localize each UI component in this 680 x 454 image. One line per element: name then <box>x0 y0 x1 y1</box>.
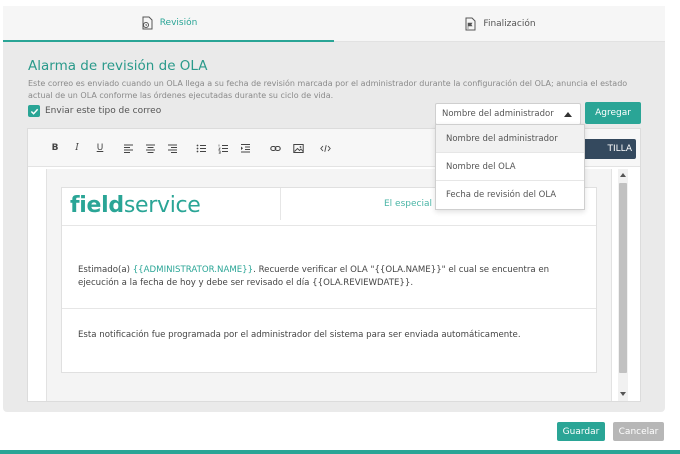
send-email-checkbox-row[interactable]: Enviar este tipo de correo <box>28 105 161 117</box>
check-icon <box>30 108 38 115</box>
bold-button[interactable]: B <box>48 141 62 155</box>
tab-finalizacion[interactable]: Finalización <box>334 6 665 42</box>
editor-scrollbar[interactable] <box>618 169 628 401</box>
logo-text-field: field <box>70 193 124 218</box>
email-footer-text: Esta notificación fue programada por el … <box>78 330 521 340</box>
numbered-list-icon <box>217 144 228 154</box>
email-template: fieldservice El especialo Estimado(a) {{… <box>61 187 597 373</box>
code-icon <box>319 144 331 152</box>
section-description: Este correo es enviado cuando un OLA lle… <box>28 79 628 100</box>
scrollbar-thumb[interactable] <box>619 183 627 373</box>
tab-revision[interactable]: Revisión <box>3 6 334 42</box>
align-right-icon <box>167 144 177 153</box>
logo-text-service: service <box>123 193 201 218</box>
body-divider <box>62 308 596 309</box>
send-email-label: Enviar este tipo de correo <box>45 106 162 116</box>
align-center-icon <box>145 144 155 153</box>
dropdown-option-admin-name[interactable]: Nombre del administrador <box>436 125 584 153</box>
add-variable-button[interactable]: Agregar <box>585 102 641 124</box>
fieldservice-logo: fieldservice <box>70 193 201 218</box>
send-email-checkbox[interactable] <box>28 105 40 117</box>
align-left-icon <box>123 144 133 153</box>
scroll-down-arrow-icon[interactable] <box>620 392 626 396</box>
align-center-button[interactable] <box>143 141 157 155</box>
slogan-text: El especial <box>384 199 432 209</box>
underline-button[interactable]: U <box>93 141 107 155</box>
caret-up-icon <box>564 112 572 117</box>
tab-bar: Revisión Finalización <box>3 6 665 42</box>
bullet-list-icon <box>196 144 206 152</box>
tab-label: Revisión <box>159 18 198 28</box>
code-view-button[interactable] <box>318 141 332 155</box>
template-button[interactable]: TILLA <box>580 139 636 159</box>
indent-button[interactable] <box>238 141 252 155</box>
email-body-text: Estimado(a) {{ADMINISTRATOR.NAME}}. Recu… <box>78 264 558 290</box>
admin-name-tag: {{ADMINISTRATOR.NAME}} <box>132 265 254 275</box>
variable-dropdown-list: Nombre del administrador Nombre del OLA … <box>435 124 585 210</box>
align-left-button[interactable] <box>121 141 135 155</box>
section-title: Alarma de revisión de OLA <box>28 58 208 74</box>
indent-icon <box>240 143 250 152</box>
numbered-list-button[interactable] <box>216 141 230 155</box>
image-icon <box>292 143 304 153</box>
italic-button[interactable]: I <box>70 141 84 155</box>
link-icon <box>269 145 281 151</box>
bullet-list-button[interactable] <box>194 141 208 155</box>
insert-link-button[interactable] <box>268 141 282 155</box>
body-text-start: Estimado(a) <box>78 265 133 275</box>
bottom-accent-bar <box>0 450 680 454</box>
document-flag-icon <box>465 17 476 31</box>
variable-select[interactable]: Nombre del administrador <box>435 103 581 125</box>
tab-label: Finalización <box>483 19 536 29</box>
dropdown-option-ola-review-date[interactable]: Fecha de revisión del OLA <box>436 181 584 209</box>
cancel-button[interactable]: Cancelar <box>613 422 664 441</box>
dropdown-option-ola-name[interactable]: Nombre del OLA <box>436 153 584 181</box>
header-divider <box>280 188 281 220</box>
insert-image-button[interactable] <box>291 141 305 155</box>
variable-select-value: Nombre del administrador <box>442 109 554 119</box>
main-panel: Alarma de revisión de OLA Este correo es… <box>3 42 665 412</box>
align-right-button[interactable] <box>165 141 179 155</box>
document-clock-icon <box>142 16 153 30</box>
scroll-up-arrow-icon[interactable] <box>620 173 626 177</box>
save-button[interactable]: Guardar <box>557 422 605 441</box>
